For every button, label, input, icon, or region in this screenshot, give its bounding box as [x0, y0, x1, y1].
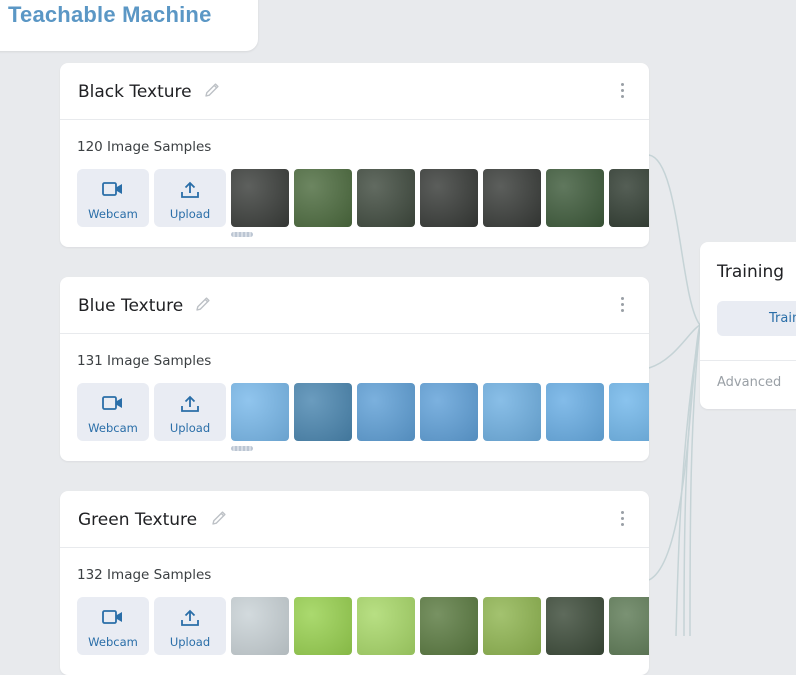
video-camera-icon — [102, 610, 122, 624]
sample-thumbnails — [231, 169, 649, 227]
upload-label: Upload — [169, 421, 211, 435]
sample-thumbnail[interactable] — [420, 169, 478, 227]
sample-thumbnail[interactable] — [357, 383, 415, 441]
sample-thumbnail[interactable] — [357, 169, 415, 227]
thumbnail-scrollbar[interactable] — [231, 446, 253, 451]
train-button-label: Train — [769, 311, 796, 326]
sample-thumbnail[interactable] — [609, 597, 649, 655]
samples-count: 131 Image Samples — [77, 353, 212, 369]
samples-count: 120 Image Samples — [77, 139, 212, 155]
sample-thumbnail[interactable] — [420, 597, 478, 655]
class-name[interactable]: Green Texture — [78, 510, 197, 530]
sample-thumbnails — [231, 597, 649, 655]
train-model-button[interactable]: Train — [717, 301, 796, 336]
sample-thumbnail[interactable] — [483, 383, 541, 441]
sample-thumbnail[interactable] — [546, 383, 604, 441]
upload-label: Upload — [169, 207, 211, 221]
upload-button[interactable]: Upload — [154, 169, 226, 227]
advanced-toggle[interactable]: Advanced — [717, 375, 781, 390]
webcam-button[interactable]: Webcam — [77, 597, 149, 655]
upload-label: Upload — [169, 635, 211, 649]
thumbnail-scrollbar[interactable] — [231, 232, 253, 237]
more-vert-icon[interactable] — [619, 83, 625, 101]
pencil-icon[interactable] — [194, 295, 212, 313]
video-camera-icon — [102, 182, 122, 196]
training-title: Training — [717, 262, 785, 282]
app-logo[interactable]: Teachable Machine — [8, 2, 212, 28]
divider — [700, 360, 796, 361]
upload-arrow-icon — [181, 395, 199, 412]
class-name[interactable]: Black Texture — [78, 82, 192, 102]
upload-button[interactable]: Upload — [154, 383, 226, 441]
training-panel: Training Train Advanced — [700, 242, 796, 409]
class-card-black-texture: Black Texture 120 Image Samples Webcam U… — [60, 63, 649, 247]
webcam-label: Webcam — [88, 635, 138, 649]
class-card-header: Green Texture — [60, 491, 649, 548]
class-card-header: Black Texture — [60, 63, 649, 120]
sample-thumbnail[interactable] — [483, 597, 541, 655]
sample-thumbnail[interactable] — [483, 169, 541, 227]
sample-thumbnail[interactable] — [420, 383, 478, 441]
webcam-label: Webcam — [88, 207, 138, 221]
class-card-header: Blue Texture — [60, 277, 649, 334]
class-card-blue-texture: Blue Texture 131 Image Samples Webcam Up… — [60, 277, 649, 461]
more-vert-icon[interactable] — [619, 297, 625, 315]
pencil-icon[interactable] — [210, 509, 228, 527]
sample-thumbnail[interactable] — [294, 383, 352, 441]
sample-thumbnail[interactable] — [546, 597, 604, 655]
sample-thumbnail[interactable] — [609, 169, 649, 227]
upload-arrow-icon — [181, 609, 199, 626]
upload-button[interactable]: Upload — [154, 597, 226, 655]
sample-thumbnails — [231, 383, 649, 441]
sample-thumbnail[interactable] — [231, 597, 289, 655]
upload-arrow-icon — [181, 181, 199, 198]
pencil-icon[interactable] — [203, 81, 221, 99]
video-camera-icon — [102, 396, 122, 410]
sample-thumbnail[interactable] — [546, 169, 604, 227]
sample-thumbnail[interactable] — [294, 169, 352, 227]
app-header: Teachable Machine — [0, 0, 258, 51]
sample-thumbnail[interactable] — [609, 383, 649, 441]
more-vert-icon[interactable] — [619, 511, 625, 529]
webcam-button[interactable]: Webcam — [77, 383, 149, 441]
sample-thumbnail[interactable] — [357, 597, 415, 655]
webcam-label: Webcam — [88, 421, 138, 435]
class-name[interactable]: Blue Texture — [78, 296, 183, 316]
sample-thumbnail[interactable] — [231, 169, 289, 227]
class-card-green-texture: Green Texture 132 Image Samples Webcam U… — [60, 491, 649, 675]
sample-thumbnail[interactable] — [294, 597, 352, 655]
webcam-button[interactable]: Webcam — [77, 169, 149, 227]
samples-count: 132 Image Samples — [77, 567, 212, 583]
sample-thumbnail[interactable] — [231, 383, 289, 441]
